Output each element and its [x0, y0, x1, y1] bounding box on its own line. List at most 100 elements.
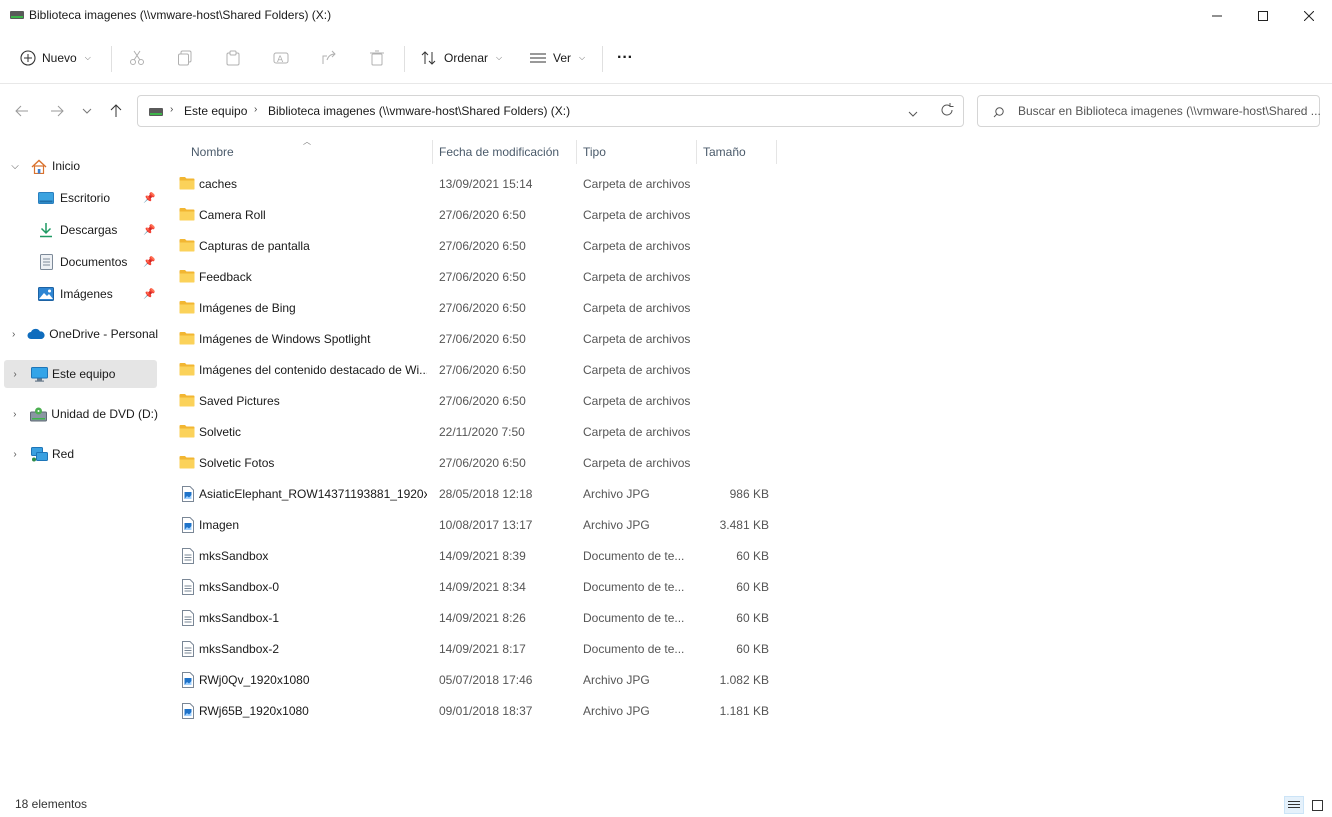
file-row[interactable]: RWj0Qv_1920x1080 05/07/2018 17:46 Archivo …: [176, 665, 776, 696]
image-file-icon: [181, 703, 197, 719]
search-box[interactable]: Buscar en Biblioteca imagenes (\\vmware-…: [977, 95, 1321, 127]
file-row[interactable]: Camera Roll 27/06/2020 6:50 Carpeta de arc…: [176, 200, 776, 231]
nav-item-dvd[interactable]: › Unidad de DVD (D:): [0, 400, 158, 428]
pin-icon[interactable]: 📌: [143, 257, 155, 268]
file-row[interactable]: Solvetic 22/11/2020 7:50 Carpeta de archiv…: [176, 417, 776, 448]
column-header-date[interactable]: Fecha de modificación: [439, 145, 559, 161]
file-row[interactable]: caches 13/09/2021 15:14 Carpeta de archivo…: [176, 169, 776, 200]
column-header-size[interactable]: Tamaño: [703, 145, 746, 161]
image-file-icon: [181, 672, 197, 688]
refresh-button[interactable]: [940, 103, 954, 120]
new-label: Nuevo: [42, 51, 77, 65]
nav-item-home[interactable]: ⌵ Inicio: [0, 152, 158, 180]
maximize-icon: [1258, 11, 1268, 21]
nav-item-pictures[interactable]: Imágenes 📌: [0, 280, 158, 308]
folder-icon: [179, 331, 195, 345]
copy-button[interactable]: [177, 42, 193, 74]
more-icon: ···: [617, 49, 633, 66]
file-type: Carpeta de archivos: [583, 425, 691, 439]
arrow-right-icon: [51, 105, 64, 117]
divider: [111, 46, 112, 72]
file-date: 28/05/2018 12:18: [439, 487, 533, 501]
column-divider[interactable]: [576, 140, 577, 164]
file-name: Camera Roll: [199, 208, 266, 222]
file-row[interactable]: Imágenes del contenido destacado de Wi..…: [176, 355, 776, 386]
column-divider[interactable]: [696, 140, 697, 164]
file-date: 14/09/2021 8:26: [439, 611, 526, 625]
file-type: Carpeta de archivos: [583, 332, 691, 346]
plus-circle-icon: [20, 50, 36, 66]
file-row[interactable]: mksSandbox 14/09/2021 8:39 Documento de te…: [176, 541, 776, 572]
file-row[interactable]: RWj65B_1920x1080 09/01/2018 18:37 Archivo …: [176, 696, 776, 727]
column-divider[interactable]: [776, 140, 777, 164]
share-button[interactable]: [321, 42, 337, 74]
file-row[interactable]: mksSandbox-1 14/09/2021 8:26 Documento de …: [176, 603, 776, 634]
forward-button[interactable]: [44, 98, 70, 124]
this-pc-icon: [30, 366, 48, 382]
recent-locations-button[interactable]: [75, 98, 99, 124]
file-name: Feedback: [199, 270, 252, 284]
file-row[interactable]: Solvetic Fotos 27/06/2020 6:50 Carpeta de …: [176, 448, 776, 479]
pin-icon[interactable]: 📌: [143, 225, 155, 236]
back-button[interactable]: [9, 98, 35, 124]
up-button[interactable]: [103, 98, 129, 124]
delete-button[interactable]: [369, 42, 385, 74]
chevron-right-icon[interactable]: ›: [8, 449, 22, 460]
more-options-button[interactable]: ···: [617, 42, 633, 74]
nav-item-this-pc[interactable]: › Este equipo: [4, 360, 157, 388]
new-button[interactable]: Nuevo ⌵: [20, 42, 91, 74]
breadcrumb-this-pc[interactable]: Este equipo: [184, 104, 247, 118]
pin-icon[interactable]: 📌: [143, 193, 155, 204]
nav-item-documents[interactable]: Documentos 📌: [0, 248, 158, 276]
file-date: 14/09/2021 8:39: [439, 549, 526, 563]
nav-item-network[interactable]: › Red: [0, 440, 158, 468]
file-type: Carpeta de archivos: [583, 456, 691, 470]
chevron-right-icon[interactable]: ›: [8, 329, 19, 340]
file-row[interactable]: mksSandbox-0 14/09/2021 8:34 Documento de …: [176, 572, 776, 603]
file-row[interactable]: Feedback 27/06/2020 6:50 Carpeta de archiv…: [176, 262, 776, 293]
nav-item-onedrive[interactable]: › OneDrive - Personal: [0, 320, 158, 348]
chevron-right-icon[interactable]: ›: [8, 409, 22, 420]
file-row[interactable]: Imágenes de Windows Spotlight 27/06/2020 …: [176, 324, 776, 355]
text-file-icon: [181, 641, 197, 657]
file-name: Solvetic Fotos: [199, 456, 275, 470]
file-row[interactable]: Imágenes de Bing 27/06/2020 6:50 Carpeta d…: [176, 293, 776, 324]
file-row[interactable]: Capturas de pantalla 27/06/2020 6:50 Carpe…: [176, 231, 776, 262]
file-row[interactable]: Saved Pictures 27/06/2020 6:50 Carpeta de …: [176, 386, 776, 417]
column-header-type[interactable]: Tipo: [583, 145, 606, 161]
file-row[interactable]: AsiaticElephant_ROW14371193881_1920x... 2…: [176, 479, 776, 510]
download-icon: [37, 222, 55, 238]
rename-icon: A: [273, 52, 289, 65]
onedrive-icon: [27, 326, 45, 342]
column-header-name[interactable]: Nombre: [191, 145, 234, 161]
breadcrumb-current-folder[interactable]: Biblioteca imagenes (\\vmware-host\Share…: [268, 104, 570, 118]
chevron-down-icon[interactable]: ⌵: [8, 161, 22, 172]
pin-icon[interactable]: 📌: [143, 289, 155, 300]
address-history-button[interactable]: [908, 106, 918, 120]
rename-button[interactable]: A: [273, 42, 289, 74]
chevron-right-icon: ›: [254, 104, 258, 115]
svg-text:A: A: [277, 55, 284, 65]
folder-icon: [179, 393, 195, 407]
sort-button[interactable]: Ordenar ⌵: [420, 42, 502, 74]
nav-item-desktop[interactable]: Escritorio 📌: [0, 184, 158, 212]
file-date: 14/09/2021 8:34: [439, 580, 526, 594]
column-divider[interactable]: [432, 140, 433, 164]
folder-icon: [179, 424, 195, 438]
maximize-button[interactable]: [1240, 0, 1286, 32]
file-row[interactable]: mksSandbox-2 14/09/2021 8:17 Documento de …: [176, 634, 776, 665]
chevron-down-icon: [908, 111, 918, 117]
details-view-button[interactable]: [1284, 796, 1304, 814]
file-row[interactable]: Imagen 10/08/2017 13:17 Archivo JPG 3.481 K…: [176, 510, 776, 541]
paste-button[interactable]: [225, 42, 241, 74]
minimize-button[interactable]: [1194, 0, 1240, 32]
address-bar[interactable]: › Este equipo › Biblioteca imagenes (\\v…: [137, 95, 964, 127]
nav-item-downloads[interactable]: Descargas 📌: [0, 216, 158, 244]
chevron-right-icon[interactable]: ›: [8, 369, 22, 380]
close-button[interactable]: [1286, 0, 1332, 32]
sort-icon: [421, 51, 436, 65]
cut-button[interactable]: [129, 42, 145, 74]
view-button[interactable]: Ver ⌵: [529, 42, 585, 74]
file-name: RWj65B_1920x1080: [199, 704, 309, 718]
tiles-view-button[interactable]: [1308, 796, 1326, 814]
